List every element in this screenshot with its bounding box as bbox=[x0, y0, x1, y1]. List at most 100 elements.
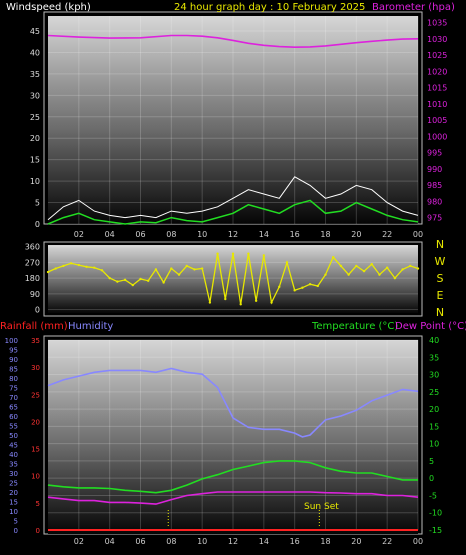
x-tick-label: 02 bbox=[74, 230, 84, 239]
humidity-tick-label: 65 bbox=[9, 404, 18, 412]
rainfall-tick-label: 25 bbox=[31, 391, 40, 399]
x-tick-label: 04 bbox=[105, 537, 115, 546]
direction-point bbox=[108, 276, 111, 280]
x-tick-label: 08 bbox=[166, 537, 176, 546]
direction-point bbox=[409, 264, 412, 268]
compass-label: N bbox=[436, 306, 444, 319]
x-tick-label: 16 bbox=[290, 230, 300, 239]
wind-barometer-panel: 0510152025303540459759809859909951000100… bbox=[6, 2, 455, 239]
dewpoint-axis-label: Dew Point (°C) bbox=[395, 321, 466, 332]
humidity-tick-label: 85 bbox=[9, 366, 18, 374]
windspeed-tick-label: 45 bbox=[30, 27, 40, 36]
windspeed-tick-label: 0 bbox=[35, 220, 40, 229]
windspeed-tick-label: 25 bbox=[30, 113, 40, 122]
temperature-tick-label: 10 bbox=[429, 440, 439, 449]
direction-point bbox=[254, 299, 258, 302]
x-tick-label: 20 bbox=[351, 230, 361, 239]
direction-point bbox=[301, 286, 304, 289]
direction-point bbox=[216, 252, 219, 255]
direction-point bbox=[332, 256, 335, 259]
direction-point bbox=[170, 267, 173, 270]
rainfall-tick-label: 0 bbox=[36, 527, 40, 535]
chart-title: 24 hour graph day : 10 February 2025 bbox=[174, 2, 365, 13]
rainfall-tick-label: 5 bbox=[36, 500, 40, 508]
temperature-tick-label: 25 bbox=[429, 388, 439, 397]
windspeed-tick-label: 40 bbox=[30, 48, 40, 57]
direction-point bbox=[185, 264, 188, 268]
rainfall-tick-label: 10 bbox=[31, 473, 40, 481]
x-tick-label: 08 bbox=[166, 230, 176, 239]
barometer-tick-label: 995 bbox=[427, 149, 442, 158]
weather-graph: 0510152025303540459759809859909951000100… bbox=[0, 2, 466, 546]
humidity-tick-label: 75 bbox=[9, 385, 18, 393]
humidity-tick-label: 95 bbox=[9, 347, 18, 355]
direction-point bbox=[162, 281, 165, 284]
windspeed-tick-label: 20 bbox=[30, 134, 40, 143]
windspeed-tick-label: 5 bbox=[35, 199, 40, 208]
temperature-axis-label: Temperature (°C) bbox=[311, 321, 398, 332]
x-tick-label: 20 bbox=[351, 537, 361, 546]
x-tick-label: 00 bbox=[413, 537, 423, 546]
compass-label: S bbox=[437, 272, 444, 285]
humidity-tick-label: 25 bbox=[9, 480, 18, 488]
direction-point bbox=[208, 301, 212, 304]
compass-label: W bbox=[435, 255, 446, 268]
temperature-humidity-panel: 0510152025303540455055606570758085909510… bbox=[0, 321, 466, 546]
x-tick-label: 22 bbox=[382, 537, 392, 546]
direction-tick-label: 0 bbox=[35, 306, 40, 315]
humidity-tick-label: 80 bbox=[9, 375, 18, 383]
direction-point bbox=[131, 283, 134, 287]
direction-point bbox=[401, 268, 404, 271]
direction-point bbox=[231, 252, 235, 255]
x-tick-label: 18 bbox=[320, 230, 330, 239]
barometer-tick-label: 1035 bbox=[427, 19, 447, 28]
humidity-tick-label: 70 bbox=[9, 394, 18, 402]
direction-point bbox=[100, 269, 104, 272]
windspeed-tick-label: 15 bbox=[30, 156, 40, 165]
compass-label: E bbox=[437, 289, 444, 302]
direction-point bbox=[147, 279, 150, 282]
barometer-tick-label: 975 bbox=[427, 214, 442, 223]
direction-point bbox=[347, 273, 350, 276]
temperature-tick-label: 30 bbox=[429, 371, 439, 380]
windspeed-tick-label: 35 bbox=[30, 70, 40, 79]
direction-point bbox=[139, 277, 142, 281]
humidity-tick-label: 15 bbox=[9, 499, 18, 507]
humidity-tick-label: 20 bbox=[9, 489, 18, 497]
direction-point bbox=[62, 264, 65, 268]
temperature-tick-label: -10 bbox=[429, 509, 442, 518]
direction-point bbox=[370, 262, 373, 266]
x-tick-label: 22 bbox=[382, 230, 392, 239]
windspeed-axis-label: Windspeed (kph) bbox=[6, 2, 91, 13]
direction-point bbox=[93, 266, 96, 269]
x-tick-label: 10 bbox=[197, 537, 207, 546]
temperature-tick-label: -5 bbox=[429, 491, 437, 500]
direction-point bbox=[85, 265, 88, 268]
humidity-tick-label: 90 bbox=[9, 356, 18, 364]
direction-point bbox=[316, 284, 319, 288]
direction-point bbox=[123, 278, 127, 282]
x-tick-label: 12 bbox=[228, 230, 238, 239]
barometer-axis-label: Barometer (hpa) bbox=[372, 2, 455, 13]
x-tick-label: 18 bbox=[320, 537, 330, 546]
direction-point bbox=[362, 269, 366, 273]
humidity-tick-label: 35 bbox=[9, 461, 18, 469]
temperature-tick-label: -15 bbox=[429, 526, 442, 535]
humidity-tick-label: 60 bbox=[9, 413, 18, 421]
temperature-tick-label: 40 bbox=[429, 336, 439, 345]
compass-labels: NWSEN bbox=[435, 238, 446, 319]
x-tick-label: 02 bbox=[74, 537, 84, 546]
x-tick-label: 00 bbox=[413, 230, 423, 239]
windspeed-tick-label: 10 bbox=[30, 177, 40, 186]
direction-point bbox=[69, 262, 73, 265]
direction-tick-labels: 0 90 180 270 360 bbox=[25, 243, 40, 315]
humidity-tick-label: 10 bbox=[9, 508, 18, 516]
x-tick-label: 10 bbox=[197, 230, 207, 239]
direction-point bbox=[247, 252, 250, 255]
windspeed-tick-label: 30 bbox=[30, 91, 40, 100]
direction-point bbox=[193, 268, 196, 271]
temperature-tick-label: 15 bbox=[429, 422, 439, 431]
temperature-tick-label: 20 bbox=[429, 405, 439, 414]
direction-point bbox=[239, 303, 242, 306]
direction-point bbox=[224, 297, 227, 301]
